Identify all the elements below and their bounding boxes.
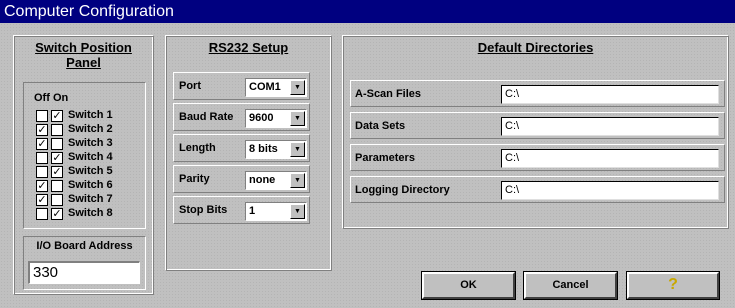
switch-6-on-checkbox[interactable] [51,180,63,192]
switch-row-3: ✓ Switch 3 [36,137,146,150]
length-select[interactable]: 8 bits ▼ [245,140,307,159]
rs232-baud-row: Baud Rate 9600 ▼ [173,103,310,131]
port-select[interactable]: COM1 ▼ [245,78,307,97]
switch-5-off-checkbox[interactable] [36,166,48,178]
data-sets-label: Data Sets [355,120,406,132]
switch-row-5: ✓ Switch 5 [36,165,146,178]
stop-bits-select[interactable]: 1 ▼ [245,202,307,221]
port-label: Port [179,80,201,92]
port-value: COM1 [249,81,281,93]
baud-rate-value: 9600 [249,112,274,124]
parameters-input[interactable]: C:\ [501,149,719,168]
dropdown-arrow-icon[interactable]: ▼ [290,111,305,126]
switch-1-on-checkbox[interactable]: ✓ [51,110,63,122]
switch-2-on-checkbox[interactable] [51,124,63,136]
switch-panel-title-line1: Switch Position [35,40,132,55]
dialog-body: Switch Position Panel Off On ✓ Switch 1 … [0,23,735,308]
stop-bits-value: 1 [249,205,256,217]
parity-value: none [249,174,276,186]
default-directories-panel: Default Directories A-Scan Files C:\ Dat… [342,35,729,229]
directories-title: Default Directories [477,40,594,55]
switch-row-4: ✓ Switch 4 [36,151,146,164]
switch-row-7: ✓ Switch 7 [36,193,146,206]
switch-4-off-checkbox[interactable] [36,152,48,164]
switch-4-label: Switch 4 [68,151,113,163]
off-on-header: Off On [34,92,69,104]
switch-7-on-checkbox[interactable] [51,194,63,206]
switch-3-label: Switch 3 [68,137,113,149]
switch-4-on-checkbox[interactable]: ✓ [51,152,63,164]
switch-2-off-checkbox[interactable]: ✓ [36,124,48,136]
parity-select[interactable]: none ▼ [245,171,307,190]
ascan-files-label: A-Scan Files [355,88,422,100]
switch-row-1: ✓ Switch 1 [36,109,146,122]
length-value: 8 bits [249,143,278,155]
switch-3-off-checkbox[interactable]: ✓ [36,138,48,150]
switch-8-off-checkbox[interactable] [36,208,48,220]
switch-8-label: Switch 8 [68,207,113,219]
switch-1-label: Switch 1 [68,109,113,121]
switch-7-label: Switch 7 [68,193,113,205]
switch-3-on-checkbox[interactable] [51,138,63,150]
io-board-group: I/O Board Address 330 [23,236,146,290]
switch-panel-title-line2: Panel [66,55,101,70]
rs232-setup-panel: RS232 Setup Port COM1 ▼ Baud Rate 9600 ▼… [165,35,332,271]
logging-directory-label: Logging Directory [355,184,450,196]
switch-1-off-checkbox[interactable] [36,110,48,122]
length-label: Length [179,142,216,154]
help-question-icon: ? [668,276,678,293]
switch-6-off-checkbox[interactable]: ✓ [36,180,48,192]
ascan-files-input[interactable]: C:\ [501,85,719,104]
switch-7-off-checkbox[interactable]: ✓ [36,194,48,206]
help-button[interactable]: ? [626,271,720,300]
baud-rate-label: Baud Rate [179,111,234,123]
ok-button[interactable]: OK [421,271,516,300]
stop-bits-label: Stop Bits [179,204,228,216]
logging-directory-row: Logging Directory C:\ [350,176,725,203]
switch-row-2: ✓ Switch 2 [36,123,146,136]
parity-label: Parity [179,173,210,185]
dropdown-arrow-icon[interactable]: ▼ [290,173,305,188]
logging-directory-input[interactable]: C:\ [501,181,719,200]
cancel-button[interactable]: Cancel [523,271,618,300]
switch-row-6: ✓ Switch 6 [36,179,146,192]
switch-5-on-checkbox[interactable]: ✓ [51,166,63,178]
baud-rate-select[interactable]: 9600 ▼ [245,109,307,128]
switch-8-on-checkbox[interactable]: ✓ [51,208,63,220]
switch-row-8: ✓ Switch 8 [36,207,146,220]
switch-6-label: Switch 6 [68,179,113,191]
rs232-stopbits-row: Stop Bits 1 ▼ [173,196,310,224]
rs232-title: RS232 Setup [208,40,289,55]
dropdown-arrow-icon[interactable]: ▼ [290,142,305,157]
switch-2-label: Switch 2 [68,123,113,135]
parameters-row: Parameters C:\ [350,144,725,171]
io-board-address-label: I/O Board Address [36,240,133,252]
window-title: Computer Configuration [0,0,735,23]
io-board-address-input[interactable]: 330 [28,261,140,284]
dropdown-arrow-icon[interactable]: ▼ [290,204,305,219]
switch-group: Off On ✓ Switch 1 ✓ Switch 2 ✓ Switch 3 … [23,82,146,229]
dropdown-arrow-icon[interactable]: ▼ [290,80,305,95]
ascan-files-row: A-Scan Files C:\ [350,80,725,107]
rs232-length-row: Length 8 bits ▼ [173,134,310,162]
rs232-parity-row: Parity none ▼ [173,165,310,193]
data-sets-input[interactable]: C:\ [501,117,719,136]
switch-5-label: Switch 5 [68,165,113,177]
switch-position-panel: Switch Position Panel Off On ✓ Switch 1 … [13,35,154,295]
data-sets-row: Data Sets C:\ [350,112,725,139]
rs232-port-row: Port COM1 ▼ [173,72,310,100]
parameters-label: Parameters [355,152,415,164]
